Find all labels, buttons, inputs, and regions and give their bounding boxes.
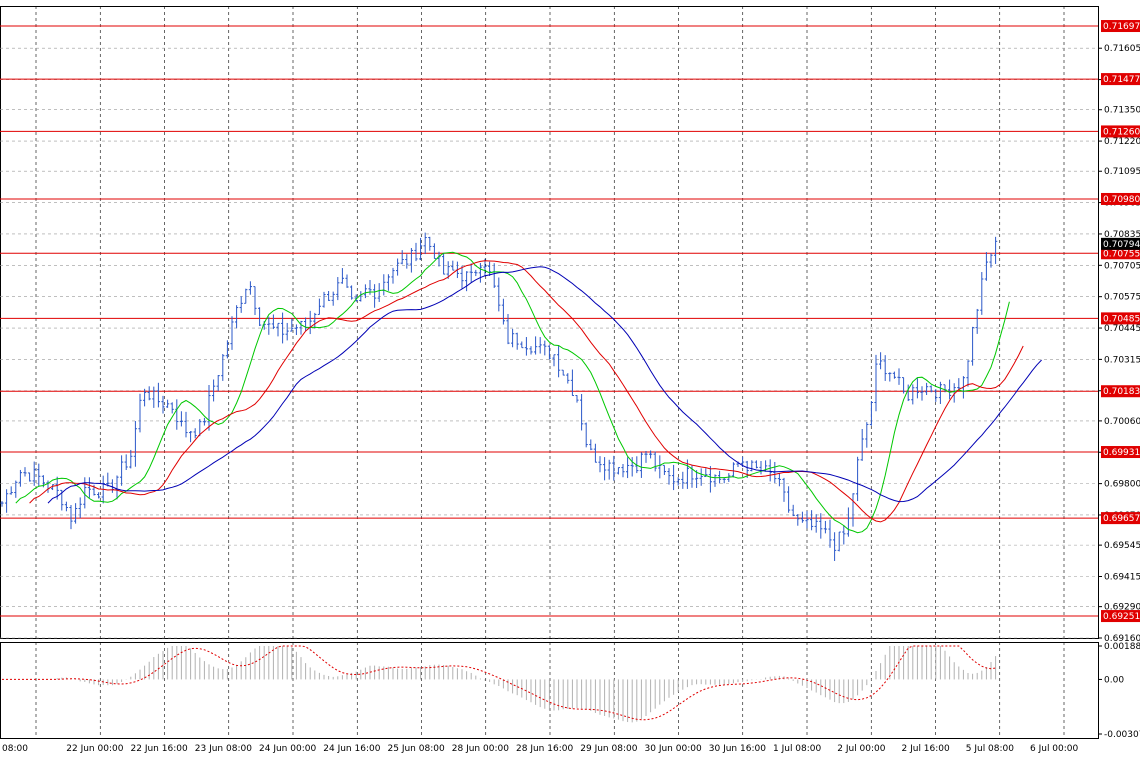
x-tick-label: 2 Jul 16:00 [902,744,951,754]
x-tick-label: 08:00 [2,744,28,754]
osc-tick-label: 0.001881 [1104,642,1140,652]
level-label: 0.70980 [1103,195,1140,205]
x-tick-label: 28 Jun 00:00 [452,744,509,754]
x-tick-label: 5 Jul 08:00 [966,744,1015,754]
x-tick-label: 1 Jul 08:00 [773,744,822,754]
x-tick-label: 25 Jun 08:00 [388,744,445,754]
y-tick-label: 0.71605 [1104,44,1140,54]
x-tick-label: 24 Jun 16:00 [323,744,380,754]
x-tick-label: 6 Jul 00:00 [1030,744,1079,754]
osc-tick-label: 0.00 [1104,675,1124,685]
x-tick-label: 22 Jun 00:00 [66,744,123,754]
level-label: 0.70755 [1103,249,1140,259]
level-label: 0.69657 [1103,514,1140,524]
y-tick-label: 0.69415 [1104,572,1140,582]
x-tick-label: 23 Jun 08:00 [195,744,252,754]
y-tick-label: 0.71220 [1104,137,1140,147]
y-tick-label: 0.70445 [1104,324,1140,334]
y-tick-label: 0.70060 [1104,417,1140,427]
x-tick-label: 28 Jun 16:00 [516,744,573,754]
level-label: 0.70485 [1103,314,1140,324]
chart-background [0,0,1140,758]
y-tick-label: 0.69545 [1104,541,1140,551]
osc-tick-label: -0.00307 [1104,730,1140,740]
x-tick-label: 22 Jun 16:00 [131,744,188,754]
y-tick-label: 0.69800 [1104,480,1140,490]
y-tick-label: 0.70705 [1104,261,1140,271]
level-label: 0.71260 [1103,127,1140,137]
level-label: 0.71697 [1103,22,1140,32]
x-tick-label: 30 Jun 16:00 [709,744,766,754]
y-tick-label: 0.71350 [1104,106,1140,116]
y-tick-label: 0.71095 [1104,167,1140,177]
level-label: 0.70183 [1103,387,1140,397]
level-label: 0.69931 [1103,448,1140,458]
current-price-label: 0.70794 [1103,240,1140,250]
x-tick-label: 2 Jul 00:00 [837,744,886,754]
x-tick-label: 30 Jun 00:00 [645,744,702,754]
y-tick-label: 0.70315 [1104,355,1140,365]
level-label: 0.71477 [1103,75,1140,85]
level-label: 0.69251 [1103,612,1140,622]
y-tick-label: 0.70575 [1104,293,1140,303]
x-tick-label: 29 Jun 08:00 [580,744,637,754]
x-tick-label: 24 Jun 00:00 [259,744,316,754]
price-chart: 08:00 22 Jun 00:00 22 Jun 16:00 23 Jun 08:0… [0,0,1140,758]
chart-canvas: 08:00 22 Jun 00:00 22 Jun 16:00 23 Jun 08:0… [0,0,1140,758]
